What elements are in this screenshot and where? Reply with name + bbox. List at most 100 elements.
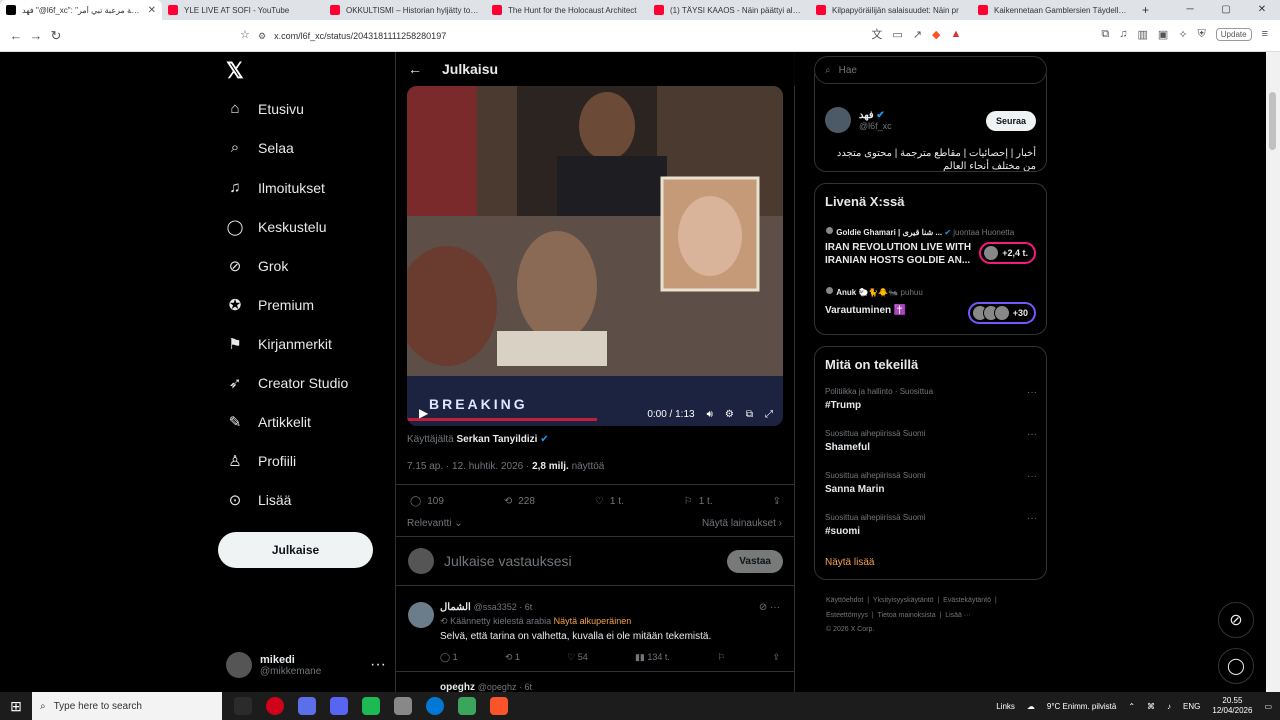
live-space-title[interactable]: IRAN REVOLUTION LIVE WITH IRANIAN HOSTS …	[825, 242, 975, 267]
views-action[interactable]: ▮▮ 134 t.	[635, 652, 670, 663]
browser-tab[interactable]: فهد "@l6f_xc": "مذيعة مرعبة تبي أمر ✕	[0, 0, 162, 20]
close-tab-icon[interactable]: ✕	[148, 5, 156, 16]
footer-link[interactable]: Yksityisyyskäytäntö	[873, 597, 934, 604]
nav-item-bookmarks[interactable]: ⚑ Kirjanmerkit	[226, 335, 332, 353]
new-tab-icon[interactable]: +	[1134, 3, 1157, 17]
brave-icon[interactable]	[490, 697, 508, 715]
browser-tab[interactable]: Kilpapyöräilijän salaisuudet: Näin pr	[810, 0, 972, 20]
discord-icon[interactable]	[330, 697, 348, 715]
attribution-name[interactable]: Serkan Tanyildizi	[456, 434, 537, 445]
follow-button[interactable]: Seuraa	[985, 111, 1036, 131]
windows-start-icon[interactable]: ⊞	[0, 698, 32, 715]
leo-icon[interactable]: ✧	[1178, 28, 1187, 41]
volume-icon[interactable]: 🔊︎	[707, 409, 713, 420]
share-action[interactable]: ⇪	[773, 496, 781, 507]
play-icon[interactable]: ▶	[419, 406, 428, 420]
reload-icon[interactable]: ↻	[46, 28, 66, 44]
grok-fab-icon[interactable]: ⊘	[1218, 602, 1254, 638]
cast-icon[interactable]: ▭	[892, 28, 902, 41]
notifications-icon[interactable]: ▭	[1264, 702, 1272, 711]
minimize-icon[interactable]: ─	[1172, 0, 1208, 20]
task-view-icon[interactable]	[234, 697, 252, 715]
trend-item[interactable]: Suosittua aihepiirissä Suomi Sanna Marin ·…	[825, 471, 1037, 495]
volume-icon[interactable]: ♪	[1167, 702, 1171, 711]
app-icon[interactable]	[394, 697, 412, 715]
reply-author[interactable]: الشمال	[440, 602, 471, 613]
show-more-link[interactable]: Näytä lisää	[825, 557, 874, 568]
taskbar-search[interactable]: ⌕ Type here to search	[32, 692, 222, 720]
nav-item-chat[interactable]: ◯ Keskustelu	[226, 218, 327, 236]
search-input[interactable]: ⌕ Hae	[814, 56, 1047, 84]
opera-icon[interactable]	[266, 697, 284, 715]
pip-icon[interactable]: ⧉	[746, 409, 753, 420]
sort-dropdown[interactable]: Relevantti ⌄	[407, 518, 463, 529]
reply-item[interactable]: الشمال @ssa3352 · 6t ⊘ ··· ⟲ Käännetty k…	[396, 596, 795, 672]
bookmark-icon[interactable]: ⚐	[717, 652, 725, 663]
reply-input[interactable]: Julkaise vastauksesi	[444, 553, 717, 569]
clock[interactable]: 20.55 12/04/2026	[1212, 696, 1252, 715]
x-logo-icon[interactable]: 𝕏	[226, 58, 244, 84]
more-dots-icon[interactable]: ···	[1027, 429, 1037, 440]
bookmark-page-icon[interactable]: ☆	[240, 28, 250, 41]
more-dots-icon[interactable]: ···	[1027, 513, 1037, 524]
nav-item-more[interactable]: ⊙ Lisää	[226, 491, 292, 509]
footer-link[interactable]: Esteettömyys	[826, 612, 868, 619]
footer-link[interactable]: Lisää ···	[945, 612, 971, 619]
vpn-icon[interactable]: ⛨	[1198, 28, 1206, 41]
browser-tab[interactable]: YLE LIVE AT SOFI - YouTube	[162, 0, 324, 20]
nav-item-notifications[interactable]: ♫ Ilmoitukset	[226, 179, 325, 196]
reply-action[interactable]: ◯ 1	[440, 652, 458, 663]
links-toolbar[interactable]: Links	[996, 702, 1015, 711]
video-player[interactable]: BREAKING ▶ 0:00 / 1:13 🔊︎ ⚙ ⧉ ⤢	[407, 86, 783, 426]
messages-fab-icon[interactable]: ◯	[1218, 648, 1254, 684]
edge-icon[interactable]	[426, 697, 444, 715]
forward-icon[interactable]: →	[26, 28, 46, 43]
app-icon[interactable]	[458, 697, 476, 715]
footer-link[interactable]: Evästekäytäntö	[943, 597, 991, 604]
nav-item-articles[interactable]: ✎ Artikkelit	[226, 413, 311, 431]
live-space-title[interactable]: Varautuminen ✝️	[825, 305, 975, 318]
post-date[interactable]: 7.15 ap. · 12. huhtik. 2026 ·	[407, 461, 529, 472]
reply-action[interactable]: ◯ 109	[410, 496, 444, 507]
more-dots-icon[interactable]: ⊘ ···	[759, 602, 780, 613]
nav-item-creator-studio[interactable]: ➶ Creator Studio	[226, 374, 349, 392]
show-quotes-link[interactable]: Näytä lainaukset ›	[702, 518, 782, 529]
show-original-link[interactable]: Näytä alkuperäinen	[554, 616, 632, 626]
language-indicator[interactable]: ENG	[1183, 702, 1200, 711]
browser-tab[interactable]: Kaikennetaan Gamblersien Täydellinen	[972, 0, 1134, 20]
translate-icon[interactable]: 文	[871, 26, 882, 42]
nav-item-premium[interactable]: ✪ Premium	[226, 296, 314, 314]
brave-shield-icon[interactable]: ◆	[932, 28, 940, 41]
nav-item-grok[interactable]: ⊘ Grok	[226, 257, 289, 275]
share-icon[interactable]: ⇪	[772, 652, 780, 663]
browser-tab[interactable]: (1) TÄYSI KAAOS - Näin päättyi alamaa	[648, 0, 810, 20]
share-icon[interactable]: ↗	[913, 28, 922, 41]
wallet-icon[interactable]: ▣	[1158, 28, 1168, 41]
music-icon[interactable]: ♫	[1119, 28, 1127, 40]
page-scrollbar[interactable]	[1266, 52, 1280, 692]
more-dots-icon[interactable]: ···	[1027, 387, 1037, 398]
repost-action[interactable]: ⟲ 1	[505, 652, 520, 663]
close-window-icon[interactable]: ✕	[1244, 0, 1280, 20]
account-switcher[interactable]: mikedi @mikkemane ···	[226, 648, 386, 682]
sidebar-icon[interactable]: ▥	[1138, 28, 1148, 41]
more-dots-icon[interactable]: ···	[370, 656, 386, 674]
reply-button[interactable]: Vastaa	[727, 549, 783, 573]
back-icon[interactable]: ←	[6, 28, 26, 43]
trend-item[interactable]: Suosittua aihepiirissä Suomi #suomi ···	[825, 513, 1037, 537]
browser-tab[interactable]: OKKULTISMI – Historian hyljätty totuus	[324, 0, 486, 20]
repost-action[interactable]: ⟲ 228	[504, 496, 535, 507]
update-button[interactable]: Update	[1215, 27, 1252, 41]
maximize-icon[interactable]: ▢	[1208, 0, 1244, 20]
browser-tab[interactable]: The Hunt for the Holocaust Architect	[486, 0, 648, 20]
network-icon[interactable]: ⌘	[1147, 702, 1155, 711]
like-action[interactable]: ♡ 1 t.	[595, 496, 624, 507]
bookmark-action[interactable]: ⚐ 1 t.	[684, 496, 713, 507]
footer-link[interactable]: Käyttöehdot	[826, 597, 863, 604]
extensions-icon[interactable]: ⧉	[1101, 28, 1109, 41]
trend-item[interactable]: Politiikka ja hallinto · Suosittua #Trump…	[825, 387, 1037, 411]
scrollbar-thumb[interactable]	[1269, 92, 1276, 150]
suggested-account[interactable]: فهد ✔ @l6f_xc	[825, 107, 892, 133]
back-arrow-icon[interactable]: ←	[408, 61, 422, 77]
settings-icon[interactable]: ⚙	[725, 409, 734, 420]
